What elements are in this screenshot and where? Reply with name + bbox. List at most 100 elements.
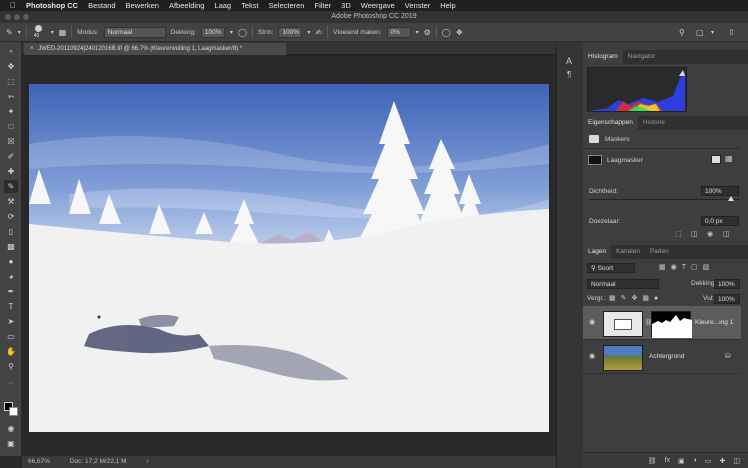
load-selection-icon[interactable]: ⬚ — [675, 230, 682, 238]
lock-icons[interactable]: ▦✎✥▦● — [609, 294, 663, 302]
blend-mode-select[interactable]: Normaal — [587, 279, 659, 289]
chevron-down-icon[interactable]: ▾ — [51, 29, 54, 36]
window-minimize-icon[interactable] — [14, 14, 20, 20]
tab-layers[interactable]: Lagen — [583, 245, 612, 259]
pressure-size-icon[interactable]: ◯ — [442, 28, 451, 37]
eyedropper-tool-icon[interactable]: ✐ — [4, 150, 18, 163]
collapse-arrows-icon[interactable]: » — [4, 46, 18, 59]
layer-mask-icon[interactable] — [588, 155, 602, 165]
search-icon[interactable]: ⚲ — [679, 28, 685, 37]
vector-mask-icon[interactable]: ▦ — [725, 154, 733, 163]
brush-tool-icon[interactable]: ✎ — [6, 28, 13, 37]
background-color-swatch[interactable] — [9, 407, 18, 416]
quick-select-tool-icon[interactable]: ✦ — [4, 105, 18, 118]
healing-tool-icon[interactable]: ✚ — [4, 165, 18, 178]
brush-preset-picker[interactable]: 40 — [32, 24, 46, 40]
lock-icon[interactable]: ⛁ — [725, 352, 731, 360]
stamp-tool-icon[interactable]: ⚒ — [4, 195, 18, 208]
zoom-tool-icon[interactable]: ⚲ — [4, 360, 18, 373]
tab-properties[interactable]: Eigenschappen — [583, 116, 638, 130]
quick-mask-icon[interactable]: ◉ — [4, 422, 18, 435]
brush-tool-icon[interactable]: ✎ — [4, 180, 18, 193]
smoothing-field[interactable]: 0% — [386, 26, 411, 38]
frame-tool-icon[interactable]: ☒ — [4, 135, 18, 148]
document-tab[interactable]: × JWED-20110924|24012016B.tif @ 66,7% (K… — [24, 43, 286, 55]
layer-filter-icons[interactable]: ▦◉T▢▧ — [659, 263, 714, 271]
layer-mask-thumbnail[interactable] — [651, 311, 692, 338]
pixel-mask-icon[interactable] — [711, 155, 721, 164]
lasso-tool-icon[interactable]: ➳ — [4, 90, 18, 103]
hand-tool-icon[interactable]: ✋ — [4, 345, 18, 358]
tab-channels[interactable]: Kanalen — [611, 245, 645, 259]
tab-histogram[interactable]: Histogram — [583, 50, 623, 64]
flow-field[interactable]: 100% — [278, 26, 303, 38]
tab-paths[interactable]: Paden — [645, 245, 674, 259]
link-layers-icon[interactable]: ⛓ — [648, 457, 657, 465]
history-brush-tool-icon[interactable]: ⟳ — [4, 210, 18, 223]
window-close-icon[interactable] — [5, 14, 11, 20]
menu-filter[interactable]: Filter — [314, 1, 331, 10]
gradient-tool-icon[interactable]: ▩ — [4, 240, 18, 253]
new-layer-icon[interactable]: ✚ — [720, 457, 726, 465]
layer-name[interactable]: Achtergrond — [649, 353, 684, 360]
density-field[interactable]: 100% — [701, 186, 739, 196]
apple-icon[interactable]:  — [10, 1, 16, 10]
layer-filter-select[interactable]: ⚲ Soort — [587, 263, 635, 273]
chevron-down-icon[interactable]: ▾ — [307, 29, 310, 36]
status-menu-arrow[interactable]: › — [146, 458, 148, 465]
menu-bewerken[interactable]: Bewerken — [126, 1, 159, 10]
chevron-down-icon[interactable]: ▾ — [230, 29, 233, 36]
symmetry-icon[interactable]: ❖ — [456, 28, 463, 37]
group-folder-icon[interactable]: ▭ — [705, 457, 712, 465]
dodge-tool-icon[interactable]: ◕ — [4, 270, 18, 283]
workspace-icon[interactable]: ▢ — [696, 28, 704, 37]
brush-settings-icon[interactable]: ▦ — [59, 28, 67, 37]
marquee-tool-icon[interactable]: ⬚ — [4, 75, 18, 88]
pressure-opacity-icon[interactable]: ◯ — [238, 28, 247, 37]
mode-select[interactable]: Normaal — [103, 26, 166, 38]
menu-3d[interactable]: 3D — [341, 1, 351, 10]
character-panel-icon[interactable]: A — [566, 56, 572, 66]
pen-tool-icon[interactable]: ✒ — [4, 285, 18, 298]
chevron-down-icon[interactable]: ▾ — [416, 29, 419, 36]
airbrush-icon[interactable]: ✍ — [315, 28, 322, 37]
add-mask-icon[interactable]: ▣ — [678, 457, 685, 465]
feather-field[interactable]: 0,0 px — [701, 216, 739, 226]
canvas-area[interactable] — [22, 56, 556, 456]
share-icon[interactable]: ⇧ — [728, 28, 735, 37]
layer-opacity-field[interactable]: 100% — [714, 279, 740, 289]
document-canvas[interactable] — [29, 84, 549, 432]
crop-tool-icon[interactable]: □ — [4, 120, 18, 133]
trash-icon[interactable]: ◫ — [723, 230, 730, 238]
menu-laag[interactable]: Laag — [214, 1, 231, 10]
close-icon[interactable]: × — [30, 46, 34, 52]
type-tool-icon[interactable]: T — [4, 300, 18, 313]
tab-history[interactable]: Historie — [638, 116, 670, 130]
screen-mode-icon[interactable]: ▣ — [4, 437, 18, 450]
menu-afbeelding[interactable]: Afbeelding — [169, 1, 204, 10]
gear-icon[interactable]: ⚙ — [424, 28, 431, 37]
paragraph-panel-icon[interactable]: ¶ — [567, 70, 571, 79]
visibility-eye-icon[interactable]: ◉ — [589, 318, 595, 326]
chevron-down-icon[interactable]: ▾ — [711, 29, 714, 36]
window-zoom-icon[interactable] — [23, 14, 29, 20]
menu-venster[interactable]: Venster — [405, 1, 430, 10]
fx-icon[interactable]: fx — [665, 457, 670, 464]
blur-tool-icon[interactable]: ● — [4, 255, 18, 268]
trash-icon[interactable]: ◫ — [733, 457, 740, 465]
menu-help[interactable]: Help — [440, 1, 455, 10]
layer-row[interactable]: ◉ ⛓ Kleure...ing 1 — [583, 306, 741, 340]
menu-weergave[interactable]: Weergave — [361, 1, 395, 10]
eraser-tool-icon[interactable]: ▯ — [4, 225, 18, 238]
path-select-tool-icon[interactable]: ➤ — [4, 315, 18, 328]
menu-app-name[interactable]: Photoshop CC — [26, 1, 78, 10]
adjustment-layer-icon[interactable]: ◑ — [693, 457, 697, 464]
menu-selecteren[interactable]: Selecteren — [269, 1, 305, 10]
menu-tekst[interactable]: Tekst — [241, 1, 259, 10]
density-slider[interactable] — [589, 199, 739, 200]
chevron-down-icon[interactable]: ▾ — [18, 29, 21, 36]
apply-mask-icon[interactable]: ◫ — [691, 230, 698, 238]
density-slider-handle[interactable] — [728, 196, 734, 201]
visibility-eye-icon[interactable]: ◉ — [707, 230, 713, 238]
menu-bestand[interactable]: Bestand — [88, 1, 116, 10]
